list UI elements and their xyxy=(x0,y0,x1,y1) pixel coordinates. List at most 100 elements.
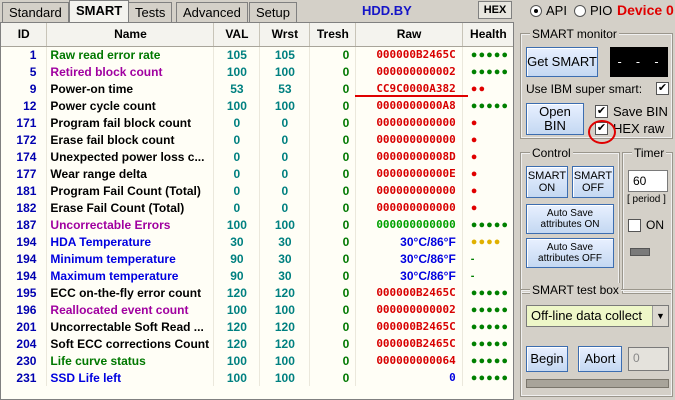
use-ibm-checkbox[interactable]: ✔ xyxy=(656,82,669,95)
attr-name: Unexpected power loss c... xyxy=(46,148,215,165)
get-smart-button[interactable]: Get SMART xyxy=(526,47,598,77)
attr-id: 196 xyxy=(1,301,48,318)
table-row[interactable]: 172 Erase fail block count 0 0 0 000000000000… xyxy=(1,131,513,148)
attr-id: 230 xyxy=(1,352,48,369)
attr-raw: 30°C/86°F xyxy=(355,233,463,250)
smart-off-button[interactable]: SMART OFF xyxy=(572,166,614,198)
attr-id: 177 xyxy=(1,165,48,182)
tab-standard[interactable]: Standard xyxy=(2,2,69,22)
table-row[interactable]: 174 Unexpected power loss c... 0 0 0 00000000… xyxy=(1,148,513,165)
attr-health: ● xyxy=(462,131,513,148)
col-header-wrst[interactable]: Wrst xyxy=(259,23,311,47)
attr-wrst: 0 xyxy=(259,199,311,216)
attr-health: ●●●● xyxy=(462,233,513,250)
col-header-raw[interactable]: Raw xyxy=(355,23,463,47)
test-type-select[interactable]: Off-line data collect ▼ xyxy=(526,305,669,327)
attr-raw: 000000000000 xyxy=(355,182,463,199)
attr-raw: 000000B2465C xyxy=(355,46,463,63)
table-row[interactable]: 12 Power cycle count 100 100 0 0000000000A8 ●●… xyxy=(1,97,513,114)
attr-health: - xyxy=(462,250,513,267)
table-row[interactable]: 194 HDA Temperature 30 30 0 30°C/86°F ●●●● xyxy=(1,233,513,250)
api-radio[interactable]: API xyxy=(530,3,567,18)
timer-period-input[interactable]: 60 xyxy=(628,170,668,192)
chevron-down-icon[interactable]: ▼ xyxy=(652,306,668,326)
table-row[interactable]: 201 Uncorrectable Soft Read ... 120 120 0 000… xyxy=(1,318,513,335)
autosave-off-button[interactable]: Auto Save attributes OFF xyxy=(526,238,614,268)
attr-tresh: 0 xyxy=(309,97,357,114)
table-row[interactable]: 5 Retired block count 100 100 0 000000000002 ●… xyxy=(1,63,513,80)
abort-button[interactable]: Abort xyxy=(578,346,622,372)
table-row[interactable]: 177 Wear range delta 0 0 0 00000000000E ● xyxy=(1,165,513,182)
attr-health: ●●●●● xyxy=(462,284,513,301)
attr-raw: 000000000002 xyxy=(355,63,463,80)
attr-wrst: 30 xyxy=(259,250,311,267)
attr-tresh: 0 xyxy=(309,352,357,369)
open-bin-button[interactable]: Open BIN xyxy=(526,103,584,135)
col-header-tresh[interactable]: Tresh xyxy=(309,23,357,47)
attr-id: 5 xyxy=(1,63,48,80)
attr-tresh: 0 xyxy=(309,114,357,131)
begin-button[interactable]: Begin xyxy=(526,346,568,372)
attr-val: 0 xyxy=(213,199,261,216)
attr-name: ECC on-the-fly error count xyxy=(46,284,215,301)
smart-attributes-table[interactable]: ID Name VAL Wrst Tresh Raw Health 1 Raw r… xyxy=(0,22,514,400)
col-header-val[interactable]: VAL xyxy=(213,23,261,47)
table-row[interactable]: 230 Life curve status 100 100 0 000000000064 ●… xyxy=(1,352,513,369)
attr-raw: 000000000002 xyxy=(355,301,463,318)
attr-val: 100 xyxy=(213,97,261,114)
attr-raw: 0 xyxy=(355,369,463,386)
table-row[interactable]: 171 Program fail block count 0 0 0 0000000000… xyxy=(1,114,513,131)
table-row[interactable]: 194 Minimum temperature 90 30 0 30°C/86°F - xyxy=(1,250,513,267)
smart-monitor-title: SMART monitor xyxy=(530,27,619,41)
table-row[interactable]: 204 Soft ECC corrections Count 120 120 0 0000… xyxy=(1,335,513,352)
attr-name: Power-on time xyxy=(46,80,215,97)
table-row[interactable]: 182 Erase Fail Count (Total) 0 0 0 0000000000… xyxy=(1,199,513,216)
col-header-health[interactable]: Health xyxy=(462,23,513,47)
hex-button[interactable]: HEX xyxy=(478,1,512,19)
pio-radio[interactable]: PIO xyxy=(574,3,612,18)
table-row[interactable]: 195 ECC on-the-fly error count 120 120 0 0000… xyxy=(1,284,513,301)
attr-health: ●●●●● xyxy=(462,46,513,63)
tab-setup[interactable]: Setup xyxy=(249,2,297,22)
attr-raw: 00000000000E xyxy=(355,165,463,182)
attr-name: Uncorrectable Soft Read ... xyxy=(46,318,215,335)
table-row[interactable]: 187 Uncorrectable Errors 100 100 0 0000000000… xyxy=(1,216,513,233)
tab-advanced[interactable]: Advanced xyxy=(176,2,248,22)
tab-smart[interactable]: SMART xyxy=(69,0,130,22)
attr-wrst: 0 xyxy=(259,182,311,199)
attr-name: Program Fail Count (Total) xyxy=(46,182,215,199)
col-header-id[interactable]: ID xyxy=(1,23,48,47)
attr-name: Erase Fail Count (Total) xyxy=(46,199,215,216)
timer-on-label: ON xyxy=(646,218,664,232)
attr-health: ●●●●● xyxy=(462,97,513,114)
save-bin-checkbox[interactable]: ✔ xyxy=(595,105,608,118)
table-row[interactable]: 231 SSD Life left 100 100 0 0 ●●●●● xyxy=(1,369,513,386)
attr-tresh: 0 xyxy=(309,267,357,284)
smart-status-display: - - - - xyxy=(610,47,668,99)
attr-wrst: 120 xyxy=(259,284,311,301)
attr-val: 53 xyxy=(213,80,261,97)
attr-id: 194 xyxy=(1,233,48,250)
attr-id: 195 xyxy=(1,284,48,301)
smart-on-button[interactable]: SMART ON xyxy=(526,166,568,198)
col-header-name[interactable]: Name xyxy=(46,23,215,47)
autosave-on-button[interactable]: Auto Save attributes ON xyxy=(526,204,614,234)
timer-on-checkbox[interactable] xyxy=(628,219,641,232)
table-row[interactable]: 1 Raw read error rate 105 105 0 000000B2465C ●… xyxy=(1,46,513,63)
attr-health: ● xyxy=(462,165,513,182)
attr-wrst: 0 xyxy=(259,148,311,165)
attr-val: 100 xyxy=(213,63,261,80)
attr-raw: 000000000000 xyxy=(355,114,463,131)
attr-raw: 30°C/86°F xyxy=(355,250,463,267)
attr-val: 100 xyxy=(213,301,261,318)
attr-wrst: 100 xyxy=(259,216,311,233)
attr-raw: 000000000064 xyxy=(355,352,463,369)
tab-tests[interactable]: Tests xyxy=(128,2,173,22)
attr-health: ●●●●● xyxy=(462,335,513,352)
table-row[interactable]: 194 Maximum temperature 90 30 0 30°C/86°F - xyxy=(1,267,513,284)
attr-val: 90 xyxy=(213,267,261,284)
table-row[interactable]: 196 Reallocated event count 100 100 0 0000000… xyxy=(1,301,513,318)
attr-wrst: 100 xyxy=(259,369,311,386)
table-row[interactable]: 181 Program Fail Count (Total) 0 0 0 00000000… xyxy=(1,182,513,199)
attr-wrst: 100 xyxy=(259,352,311,369)
